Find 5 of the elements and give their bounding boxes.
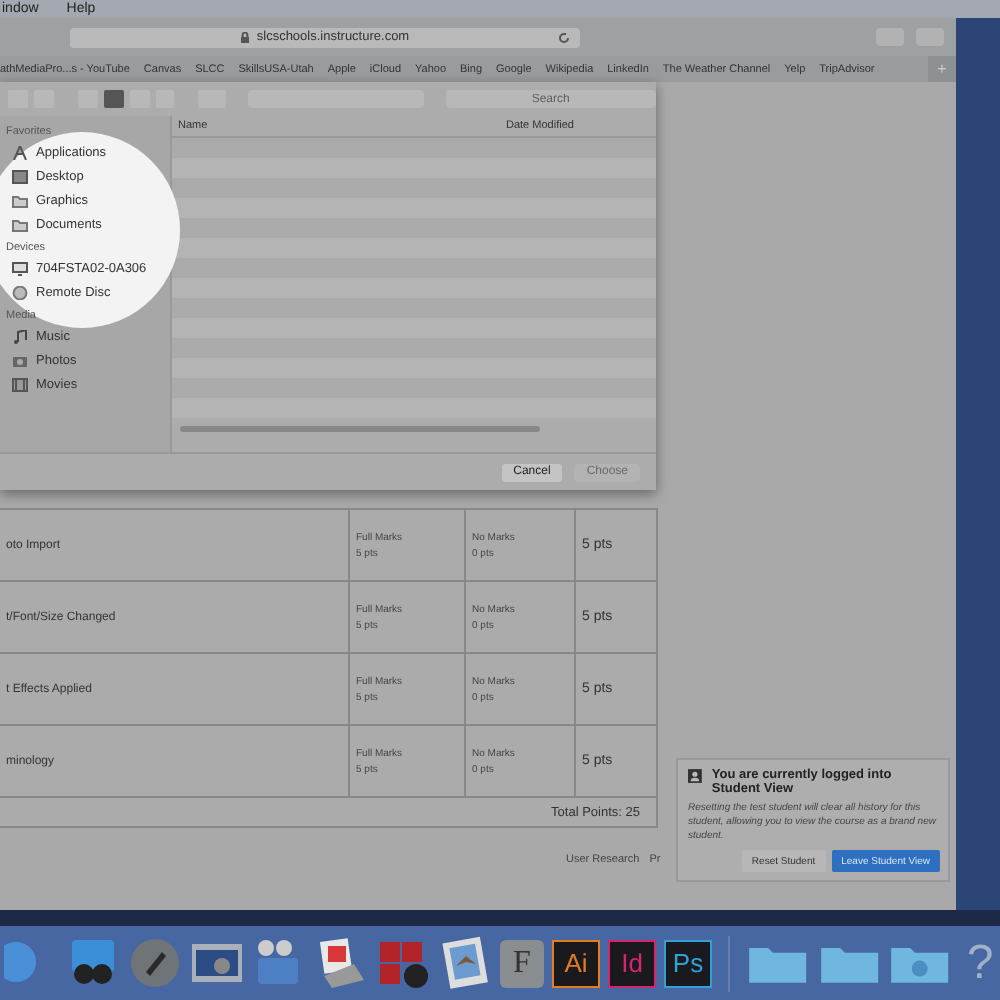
app-icon[interactable]: Ps [664, 939, 712, 987]
app-icon[interactable]: Id [608, 939, 656, 987]
font-book-icon[interactable]: F [500, 939, 544, 987]
help-icon[interactable]: ? [960, 935, 1000, 991]
app-icon[interactable]: Ai [552, 939, 600, 987]
